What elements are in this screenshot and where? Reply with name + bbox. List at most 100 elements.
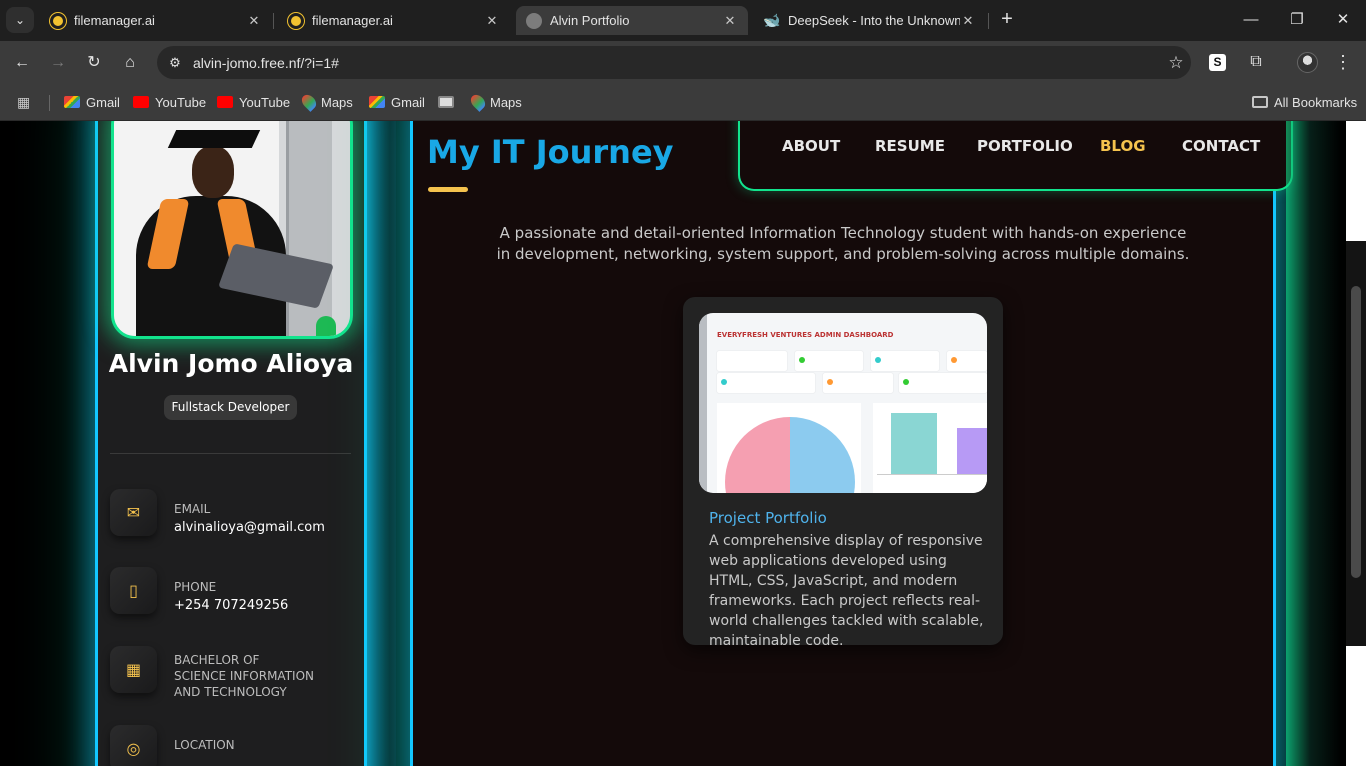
- contact-label: EMAIL: [174, 502, 211, 516]
- address-bar[interactable]: ⚙ alvin-jomo.free.nf/?i=1# ☆: [157, 46, 1191, 79]
- close-window-icon[interactable]: ✕: [1328, 8, 1358, 32]
- contact-label: BACHELOR OF SCIENCE INFORMATION AND TECH…: [174, 653, 314, 699]
- tab-strip: ⌄ filemanager.ai ✕ filemanager.ai ✕ Alvi…: [0, 0, 1366, 41]
- folder-icon: [1252, 96, 1268, 108]
- tab-search-button[interactable]: ⌄: [6, 7, 34, 33]
- contact-email: ✉ EMAIL alvinalioya@gmail.com: [110, 489, 360, 539]
- bookmark-maps-2[interactable]: Maps: [468, 92, 522, 112]
- all-bookmarks-label: All Bookmarks: [1274, 94, 1358, 110]
- browser-menu-icon[interactable]: ⋮: [1333, 50, 1353, 74]
- tab-separator: [988, 13, 989, 29]
- maps-pin-icon: [299, 92, 319, 112]
- tab-title: DeepSeek - Into the Unknown: [788, 13, 960, 28]
- tab-title: filemanager.ai: [74, 13, 155, 28]
- screenshot-bar: [891, 413, 937, 474]
- project-card[interactable]: EVERYFRESH VENTURES ADMIN DASHBOARD Proj…: [683, 297, 1003, 649]
- contact-education: ▦ BACHELOR OF SCIENCE INFORMATION AND TE…: [110, 646, 360, 706]
- bookmark-label: YouTube: [155, 94, 207, 110]
- tab-title: filemanager.ai: [312, 13, 393, 28]
- tab-title: Alvin Portfolio: [550, 13, 630, 28]
- contact-label: LOCATION: [174, 738, 235, 752]
- youtube-icon: [217, 96, 233, 108]
- phone-link[interactable]: +254 707249256: [174, 598, 288, 613]
- nav-resume[interactable]: RESUME: [875, 137, 945, 155]
- scrollbar-thumb[interactable]: [1351, 286, 1361, 578]
- title-underline: [428, 187, 468, 192]
- email-link[interactable]: alvinalioya@gmail.com: [174, 520, 325, 535]
- extension-s-icon[interactable]: S: [1209, 54, 1226, 71]
- maps-pin-icon: [468, 92, 488, 112]
- profile-sidebar: Alvin Jomo Alioya Fullstack Developer ✉ …: [95, 121, 367, 766]
- bookmark-label: YouTube: [239, 94, 291, 110]
- deepseek-favicon-icon: 🐋: [763, 12, 781, 28]
- bookmark-label: Maps: [321, 94, 353, 110]
- screenshot-heading: EVERYFRESH VENTURES ADMIN DASHBOARD: [717, 331, 894, 339]
- page-edge: [1346, 646, 1366, 766]
- project-title-link[interactable]: Project Portfolio: [709, 509, 827, 527]
- youtube-icon: [133, 96, 149, 108]
- new-tab-button[interactable]: +: [996, 8, 1018, 32]
- tab-filemanager-2[interactable]: filemanager.ai ✕: [278, 6, 510, 35]
- nav-about[interactable]: ABOUT: [782, 137, 840, 155]
- filemanager-favicon-icon: [50, 12, 66, 29]
- bookmark-gmail[interactable]: Gmail: [64, 92, 120, 112]
- tab-filemanager-1[interactable]: filemanager.ai ✕: [40, 6, 272, 35]
- bookmark-star-icon[interactable]: ☆: [1161, 53, 1191, 73]
- bookmarks-bar: ▦ Gmail YouTube YouTube Maps Gmail Maps …: [0, 84, 1366, 121]
- reload-icon[interactable]: ↻: [81, 50, 107, 76]
- tab-close-icon[interactable]: ✕: [960, 13, 976, 29]
- forward-arrow-icon[interactable]: →: [45, 50, 71, 76]
- nav-portfolio[interactable]: PORTFOLIO: [977, 137, 1073, 155]
- project-description: A comprehensive display of responsive we…: [709, 533, 984, 649]
- url-text[interactable]: alvin-jomo.free.nf/?i=1#: [193, 55, 1161, 71]
- bookmark-youtube-2[interactable]: YouTube: [217, 92, 290, 112]
- tab-deepseek[interactable]: 🐋 DeepSeek - Into the Unknown ✕: [754, 6, 986, 35]
- project-screenshot[interactable]: EVERYFRESH VENTURES ADMIN DASHBOARD: [699, 313, 987, 493]
- photo-icon: [438, 96, 454, 108]
- tab-close-icon[interactable]: ✕: [246, 13, 262, 29]
- page-title: My IT Journey: [427, 133, 674, 171]
- phone-icon: ▯: [110, 567, 157, 614]
- profile-photo: [111, 121, 353, 339]
- profile-avatar[interactable]: [1297, 52, 1318, 73]
- bookmark-label: Gmail: [86, 94, 120, 110]
- profile-name: Alvin Jomo Alioya: [108, 349, 354, 378]
- sidebar-glow: [366, 121, 396, 766]
- calendar-icon: ▦: [110, 646, 157, 693]
- tab-close-icon[interactable]: ✕: [722, 13, 738, 29]
- gmail-icon: [369, 96, 385, 108]
- tab-close-icon[interactable]: ✕: [484, 13, 500, 29]
- minimize-icon[interactable]: —: [1236, 8, 1266, 32]
- bookmarks-divider: [49, 95, 50, 111]
- screenshot-bar: [957, 428, 987, 474]
- restore-icon[interactable]: ❐: [1282, 8, 1312, 32]
- extensions-puzzle-icon[interactable]: ⧉: [1244, 50, 1268, 74]
- nav-contact[interactable]: CONTACT: [1182, 137, 1260, 155]
- site-info-icon[interactable]: ⚙: [165, 55, 185, 71]
- bookmark-maps[interactable]: Maps: [299, 92, 353, 112]
- nav-blog[interactable]: BLOG: [1100, 137, 1146, 155]
- bookmark-label: Maps: [490, 94, 522, 110]
- bookmark-gmail-2[interactable]: Gmail: [369, 92, 425, 112]
- all-bookmarks-button[interactable]: All Bookmarks: [1252, 92, 1357, 112]
- globe-favicon-icon: [526, 12, 542, 29]
- back-arrow-icon[interactable]: ←: [9, 50, 35, 76]
- gmail-icon: [64, 96, 80, 108]
- home-icon[interactable]: ⌂: [117, 50, 143, 76]
- main-glow: [1286, 121, 1346, 766]
- top-navbar: ABOUT RESUME PORTFOLIO BLOG CONTACT: [738, 121, 1293, 191]
- mail-icon: ✉: [110, 489, 157, 536]
- bookmark-youtube[interactable]: YouTube: [133, 92, 206, 112]
- page-edge: [1346, 121, 1366, 241]
- sidebar-divider: [110, 453, 351, 454]
- apps-grid-icon[interactable]: ▦: [17, 93, 35, 111]
- tab-alvin-portfolio[interactable]: Alvin Portfolio ✕: [516, 6, 748, 35]
- role-badge: Fullstack Developer: [164, 395, 297, 420]
- browser-toolbar: ← → ↻ ⌂ ⚙ alvin-jomo.free.nf/?i=1# ☆ S ⧉…: [0, 41, 1366, 84]
- filemanager-favicon-icon: [288, 12, 304, 29]
- contact-phone: ▯ PHONE +254 707249256: [110, 567, 360, 617]
- bookmark-photo[interactable]: [438, 92, 460, 112]
- page-viewport: Alvin Jomo Alioya Fullstack Developer ✉ …: [0, 121, 1366, 766]
- contact-location: ◎ LOCATION: [110, 725, 360, 766]
- contact-label: PHONE: [174, 580, 217, 594]
